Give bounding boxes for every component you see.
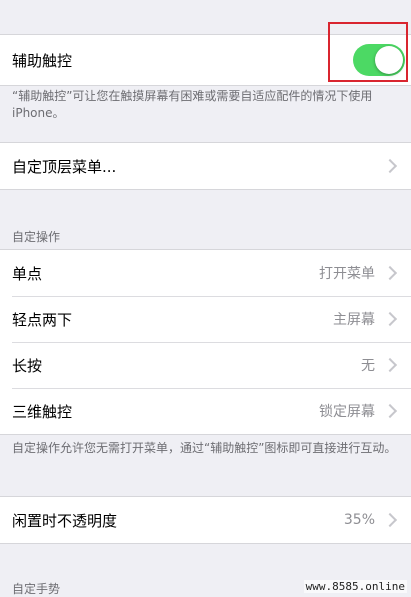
custom-actions-group: 单点 打开菜单 轻点两下 主屏幕 长按 无 三维触控 锁定屏幕 (0, 249, 411, 435)
watermark: www.8585.online (303, 580, 407, 593)
action-label: 轻点两下 (12, 310, 73, 329)
customize-menu-group: 自定顶层菜单... (0, 142, 411, 190)
toggle-highlight-box (328, 22, 408, 82)
chevron-right-icon (382, 512, 398, 528)
custom-actions-note: 自定操作允许您无需打开菜单，通过“辅助触控”图标即可直接进行互动。 (12, 441, 397, 455)
chevron-right-icon (382, 311, 398, 327)
customize-menu-label: 自定顶层菜单... (12, 157, 117, 176)
chevron-right-icon (382, 403, 398, 419)
action-row-single-tap[interactable]: 单点 打开菜单 (0, 250, 411, 296)
action-value: 主屏幕 (333, 312, 375, 328)
custom-gestures-header: 自定手势 (12, 582, 61, 596)
idle-opacity-row[interactable]: 闲置时不透明度 35% (0, 497, 411, 543)
chevron-right-icon (382, 357, 398, 373)
action-row-long-press[interactable]: 长按 无 (0, 342, 411, 388)
chevron-right-icon (382, 158, 398, 174)
idle-opacity-label: 闲置时不透明度 (12, 511, 118, 530)
action-value: 无 (361, 358, 375, 374)
idle-opacity-group: 闲置时不透明度 35% (0, 496, 411, 544)
action-row-3d-touch[interactable]: 三维触控 锁定屏幕 (0, 388, 411, 434)
action-value: 打开菜单 (319, 266, 375, 282)
action-label: 三维触控 (12, 402, 73, 421)
idle-opacity-value: 35% (343, 512, 375, 528)
chevron-right-icon (382, 265, 398, 281)
action-label: 长按 (12, 356, 43, 375)
action-row-double-tap[interactable]: 轻点两下 主屏幕 (0, 296, 411, 342)
assistive-touch-note: “辅助触控”可让您在触摸屏幕有困难或需要自适应配件的情况下使用 iPhone。 (12, 89, 373, 120)
action-label: 单点 (12, 264, 43, 283)
custom-actions-header: 自定操作 (12, 230, 61, 244)
customize-menu-row[interactable]: 自定顶层菜单... (0, 143, 411, 189)
action-value: 锁定屏幕 (319, 404, 375, 420)
